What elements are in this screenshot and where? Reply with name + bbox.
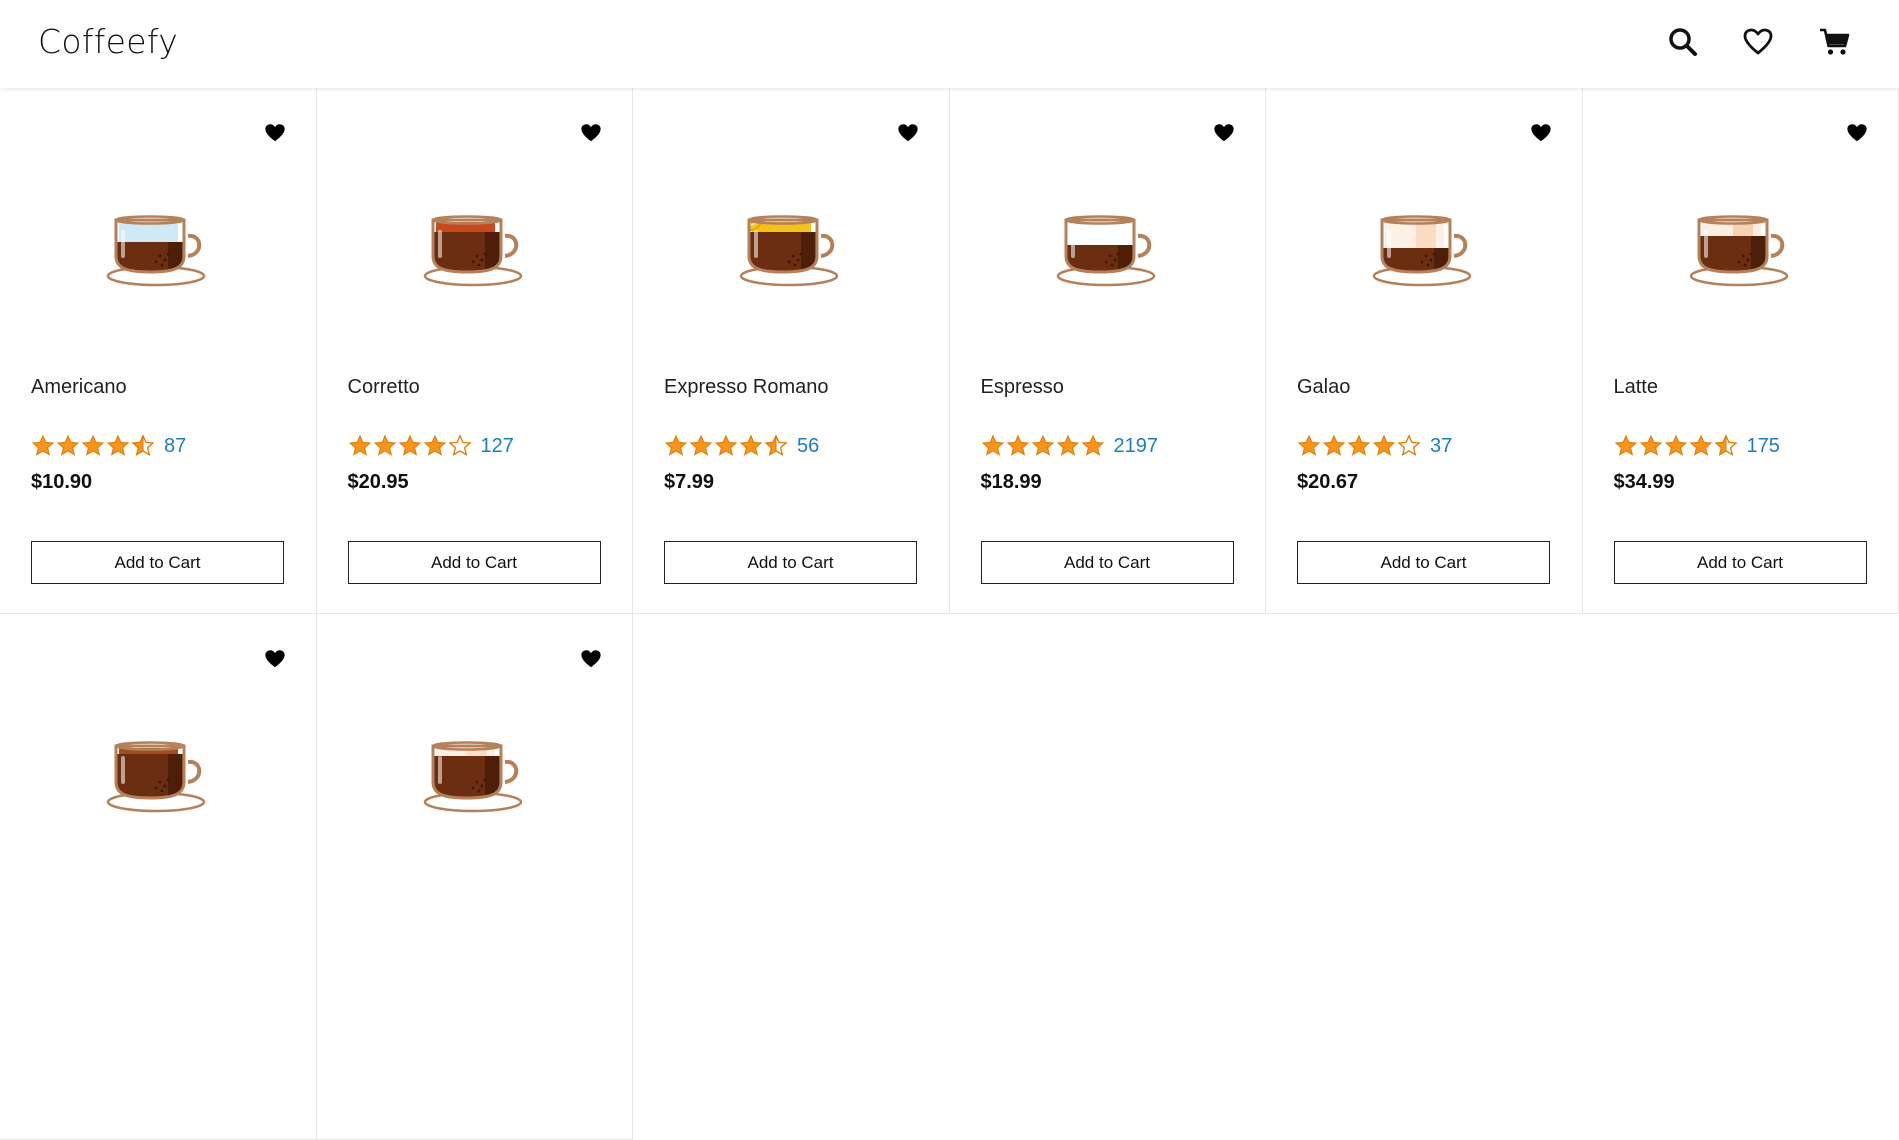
- review-count-link[interactable]: 2197: [1114, 435, 1159, 458]
- product-price: $20.95: [348, 471, 409, 494]
- app-logo[interactable]: Coffeefy: [38, 22, 178, 61]
- product-card: Expresso Romano 56 $7.99 Add to Cart: [633, 88, 950, 614]
- cart-icon[interactable]: [1819, 26, 1851, 58]
- review-count-link[interactable]: 175: [1747, 435, 1780, 458]
- product-name[interactable]: Corretto: [348, 376, 420, 399]
- product-card: [0, 614, 317, 1140]
- product-name[interactable]: Americano: [31, 376, 127, 399]
- product-card: [317, 614, 634, 1140]
- product-price: $20.67: [1297, 471, 1358, 494]
- product-rating: 87: [31, 432, 186, 460]
- heart-icon[interactable]: [1742, 26, 1774, 58]
- add-to-cart-button[interactable]: Add to Cart: [1297, 541, 1550, 584]
- favorite-heart-icon[interactable]: [897, 122, 919, 144]
- product-image[interactable]: [1054, 200, 1164, 288]
- product-rating: 37: [1297, 432, 1452, 460]
- product-card: Americano 87 $10.90 Add to Cart: [0, 88, 317, 614]
- product-image[interactable]: [421, 200, 531, 288]
- favorite-heart-icon[interactable]: [1846, 122, 1868, 144]
- star-rating-icons: [31, 434, 155, 458]
- product-card: Latte 175 $34.99 Add to Cart: [1583, 88, 1899, 614]
- product-image[interactable]: [104, 200, 214, 288]
- favorite-heart-icon[interactable]: [264, 122, 286, 144]
- product-card: Galao 37 $20.67 Add to Cart: [1266, 88, 1583, 614]
- top-bar: Coffeefy: [0, 0, 1899, 88]
- add-to-cart-button[interactable]: Add to Cart: [981, 541, 1234, 584]
- product-price: $10.90: [31, 471, 92, 494]
- product-name[interactable]: Espresso: [981, 376, 1064, 399]
- add-to-cart-button[interactable]: Add to Cart: [1614, 541, 1867, 584]
- product-image[interactable]: [737, 200, 847, 288]
- product-name[interactable]: Expresso Romano: [664, 376, 829, 399]
- product-price: $18.99: [981, 471, 1042, 494]
- review-count-link[interactable]: 87: [164, 435, 186, 458]
- product-rating: 127: [348, 432, 514, 460]
- product-card: Espresso 2197 $18.99 Add to Cart: [950, 88, 1267, 614]
- favorite-heart-icon[interactable]: [580, 648, 602, 670]
- add-to-cart-button[interactable]: Add to Cart: [348, 541, 601, 584]
- favorite-heart-icon[interactable]: [264, 648, 286, 670]
- product-price: $34.99: [1614, 471, 1675, 494]
- review-count-link[interactable]: 127: [481, 435, 514, 458]
- favorite-heart-icon[interactable]: [1530, 122, 1552, 144]
- product-image[interactable]: [1370, 200, 1480, 288]
- product-price: $7.99: [664, 471, 714, 494]
- favorite-heart-icon[interactable]: [1213, 122, 1235, 144]
- product-grid: Americano 87 $10.90 Add to Cart Corretto: [0, 88, 1899, 1140]
- product-image[interactable]: [421, 726, 531, 814]
- star-rating-icons: [1297, 434, 1421, 458]
- product-rating: 2197: [981, 432, 1159, 460]
- product-card: Corretto 127 $20.95 Add to Cart: [317, 88, 634, 614]
- star-rating-icons: [981, 434, 1105, 458]
- star-rating-icons: [664, 434, 788, 458]
- product-rating: 175: [1614, 432, 1780, 460]
- product-name[interactable]: Latte: [1614, 376, 1658, 399]
- star-rating-icons: [348, 434, 472, 458]
- review-count-link[interactable]: 56: [797, 435, 819, 458]
- add-to-cart-button[interactable]: Add to Cart: [664, 541, 917, 584]
- product-name[interactable]: Galao: [1297, 376, 1350, 399]
- star-rating-icons: [1614, 434, 1738, 458]
- add-to-cart-button[interactable]: Add to Cart: [31, 541, 284, 584]
- product-image[interactable]: [104, 726, 214, 814]
- search-icon[interactable]: [1667, 26, 1699, 58]
- product-image[interactable]: [1687, 200, 1797, 288]
- review-count-link[interactable]: 37: [1430, 435, 1452, 458]
- product-rating: 56: [664, 432, 819, 460]
- favorite-heart-icon[interactable]: [580, 122, 602, 144]
